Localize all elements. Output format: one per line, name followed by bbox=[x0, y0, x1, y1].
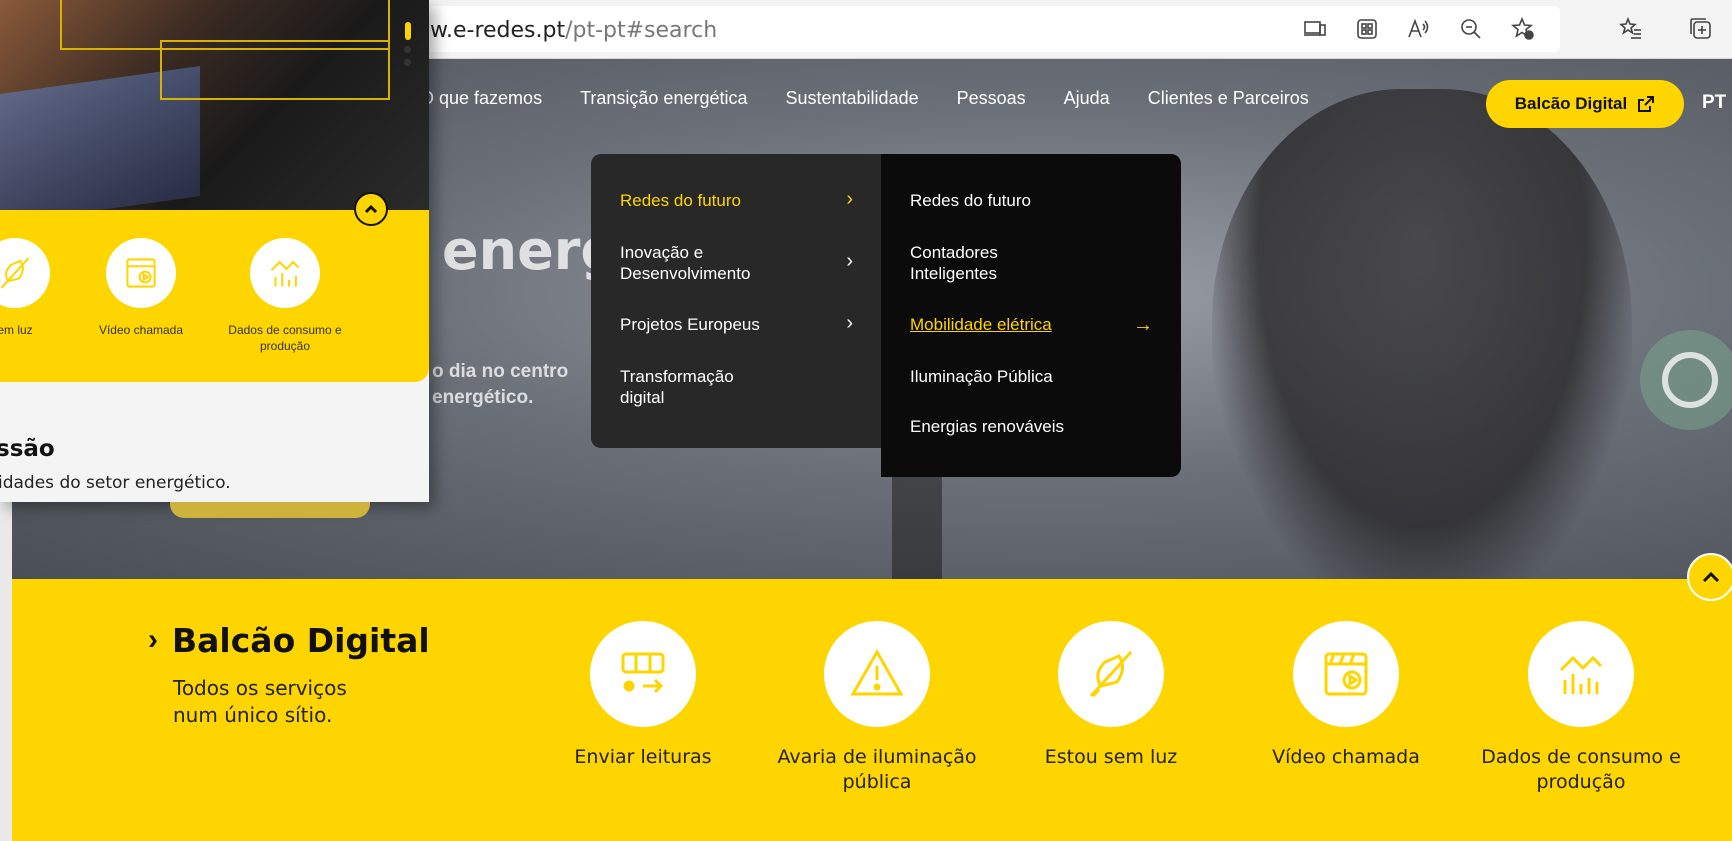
service-label: Estou sem luz bbox=[1044, 746, 1178, 768]
main-navigation: O que fazemos Transição energética Suste… bbox=[420, 88, 1309, 109]
consumption-chart-icon bbox=[1528, 621, 1634, 727]
overlay-hero-image bbox=[0, 0, 429, 225]
service-avaria-iluminacao[interactable]: Avaria de iluminação pública bbox=[772, 621, 982, 795]
menu-subitem-iluminacao-publica[interactable]: Iluminação Pública bbox=[910, 366, 1053, 387]
menu-category-inovacao[interactable]: Inovação e Desenvolvimento bbox=[620, 242, 800, 284]
chevron-up-icon bbox=[364, 204, 378, 214]
balcao-digital-button[interactable]: Balcão Digital bbox=[1486, 80, 1684, 128]
overlay-section-title: ssão bbox=[0, 436, 55, 462]
hero-subtext: o dia no centro energético. bbox=[432, 359, 568, 411]
overlay-service-video-chamada[interactable]: Vídeo chamada bbox=[66, 238, 216, 338]
more-options-dot bbox=[404, 46, 411, 53]
nav-item-sustentabilidade[interactable]: Sustentabilidade bbox=[786, 88, 919, 109]
balcao-digital-subtitle: Todos os serviços num único sítio. bbox=[173, 676, 347, 727]
nav-item-clientes-parceiros[interactable]: Clientes e Parceiros bbox=[1148, 88, 1309, 109]
menu-subitem-redes-do-futuro[interactable]: Redes do futuro bbox=[910, 190, 1031, 211]
mega-menu-subitems: Redes do futuro Contadores Inteligentes … bbox=[881, 154, 1181, 477]
floating-window-preview[interactable]: em luz Vídeo chamada Dados de consumo e … bbox=[0, 0, 429, 502]
overlay-decorative-frame bbox=[160, 40, 390, 100]
url-text[interactable]: w.e-redes.pt/pt-pt#search bbox=[430, 18, 717, 43]
hero-person-image bbox=[1212, 89, 1632, 579]
no-power-icon bbox=[1058, 621, 1164, 727]
whatsapp-icon bbox=[1662, 352, 1718, 408]
overlay-service-dados-consumo[interactable]: Dados de consumo e produção bbox=[210, 238, 360, 354]
overlay-drag-handle[interactable] bbox=[404, 22, 411, 40]
chevron-right-icon: › bbox=[846, 312, 853, 334]
mega-menu-categories: Redes do futuro › Inovação e Desenvolvim… bbox=[591, 154, 881, 448]
overlay-service-label: Dados de consumo e produção bbox=[228, 323, 342, 353]
overlay-menu-button[interactable] bbox=[404, 22, 411, 66]
arrow-right-icon: → bbox=[1133, 314, 1153, 336]
consumption-chart-icon bbox=[250, 238, 320, 308]
video-call-icon bbox=[1293, 621, 1399, 727]
overlay-service-label: Vídeo chamada bbox=[98, 323, 184, 337]
overlay-section-description: idades do setor energético. bbox=[0, 473, 231, 493]
external-link-icon bbox=[1638, 96, 1655, 112]
service-label: Enviar leituras bbox=[574, 746, 712, 768]
hero-subtext-line2: energético. bbox=[432, 387, 534, 408]
language-selector[interactable]: PT bbox=[1702, 92, 1726, 114]
scroll-to-top-button[interactable] bbox=[1687, 553, 1732, 601]
menu-category-redes-do-futuro[interactable]: Redes do futuro bbox=[620, 190, 741, 211]
favorites-icon[interactable] bbox=[1614, 12, 1648, 46]
balcao-digital-section: › Balcão Digital Todos os serviços num ú… bbox=[12, 579, 1732, 841]
overlay-collapse-button[interactable] bbox=[354, 192, 388, 226]
add-favorite-icon[interactable] bbox=[1506, 12, 1540, 46]
read-aloud-icon[interactable] bbox=[1402, 12, 1436, 46]
menu-category-projetos-europeus[interactable]: Projetos Europeus bbox=[620, 314, 760, 335]
overlay-services-panel: em luz Vídeo chamada Dados de consumo e … bbox=[0, 210, 429, 382]
url-path: /pt-pt#search bbox=[565, 18, 718, 43]
device-icon[interactable] bbox=[1298, 12, 1332, 46]
no-power-icon bbox=[0, 238, 50, 308]
warning-icon bbox=[824, 621, 930, 727]
service-label: Vídeo chamada bbox=[1272, 746, 1420, 768]
zoom-out-icon[interactable] bbox=[1454, 12, 1488, 46]
meter-reading-icon bbox=[590, 621, 696, 727]
chevron-right-icon: › bbox=[846, 250, 853, 272]
nav-item-o-que-fazemos[interactable]: O que fazemos bbox=[420, 88, 542, 109]
service-estou-sem-luz[interactable]: Estou sem luz bbox=[1006, 621, 1216, 770]
chevron-right-icon: › bbox=[846, 188, 853, 210]
balcao-digital-label: Balcão Digital bbox=[1514, 94, 1628, 113]
service-label: Avaria de iluminação pública bbox=[777, 746, 977, 793]
more-options-dot bbox=[404, 59, 411, 66]
nav-item-transicao-energetica[interactable]: Transição energética bbox=[580, 88, 747, 109]
chevron-right-icon: › bbox=[148, 623, 158, 656]
chevron-up-icon bbox=[1702, 571, 1720, 583]
address-bar[interactable]: w.e-redes.pt/pt-pt#search bbox=[420, 6, 1560, 52]
menu-subitem-contadores-inteligentes[interactable]: Contadores Inteligentes bbox=[910, 242, 1040, 284]
service-label: Dados de consumo e produção bbox=[1481, 746, 1681, 793]
service-enviar-leituras[interactable]: Enviar leituras bbox=[538, 621, 748, 770]
nav-item-ajuda[interactable]: Ajuda bbox=[1064, 88, 1110, 109]
service-dados-consumo[interactable]: Dados de consumo e produção bbox=[1476, 621, 1686, 795]
whatsapp-button[interactable] bbox=[1640, 330, 1732, 430]
service-video-chamada[interactable]: Vídeo chamada bbox=[1241, 621, 1451, 770]
menu-subitem-energias-renovaveis[interactable]: Energias renováveis bbox=[910, 416, 1064, 437]
video-call-icon bbox=[106, 238, 176, 308]
collections-icon[interactable] bbox=[1684, 12, 1718, 46]
url-host: w.e-redes.pt bbox=[430, 18, 566, 43]
menu-subitem-mobilidade-eletrica[interactable]: Mobilidade elétrica bbox=[910, 314, 1052, 335]
overlay-button-peek bbox=[170, 502, 370, 518]
nav-item-pessoas[interactable]: Pessoas bbox=[957, 88, 1026, 109]
menu-category-transformacao-digital[interactable]: Transformação digital bbox=[620, 366, 770, 408]
apps-icon[interactable] bbox=[1350, 12, 1384, 46]
balcao-digital-title[interactable]: Balcão Digital bbox=[172, 621, 430, 660]
hero-subtext-line1: o dia no centro bbox=[432, 361, 569, 382]
